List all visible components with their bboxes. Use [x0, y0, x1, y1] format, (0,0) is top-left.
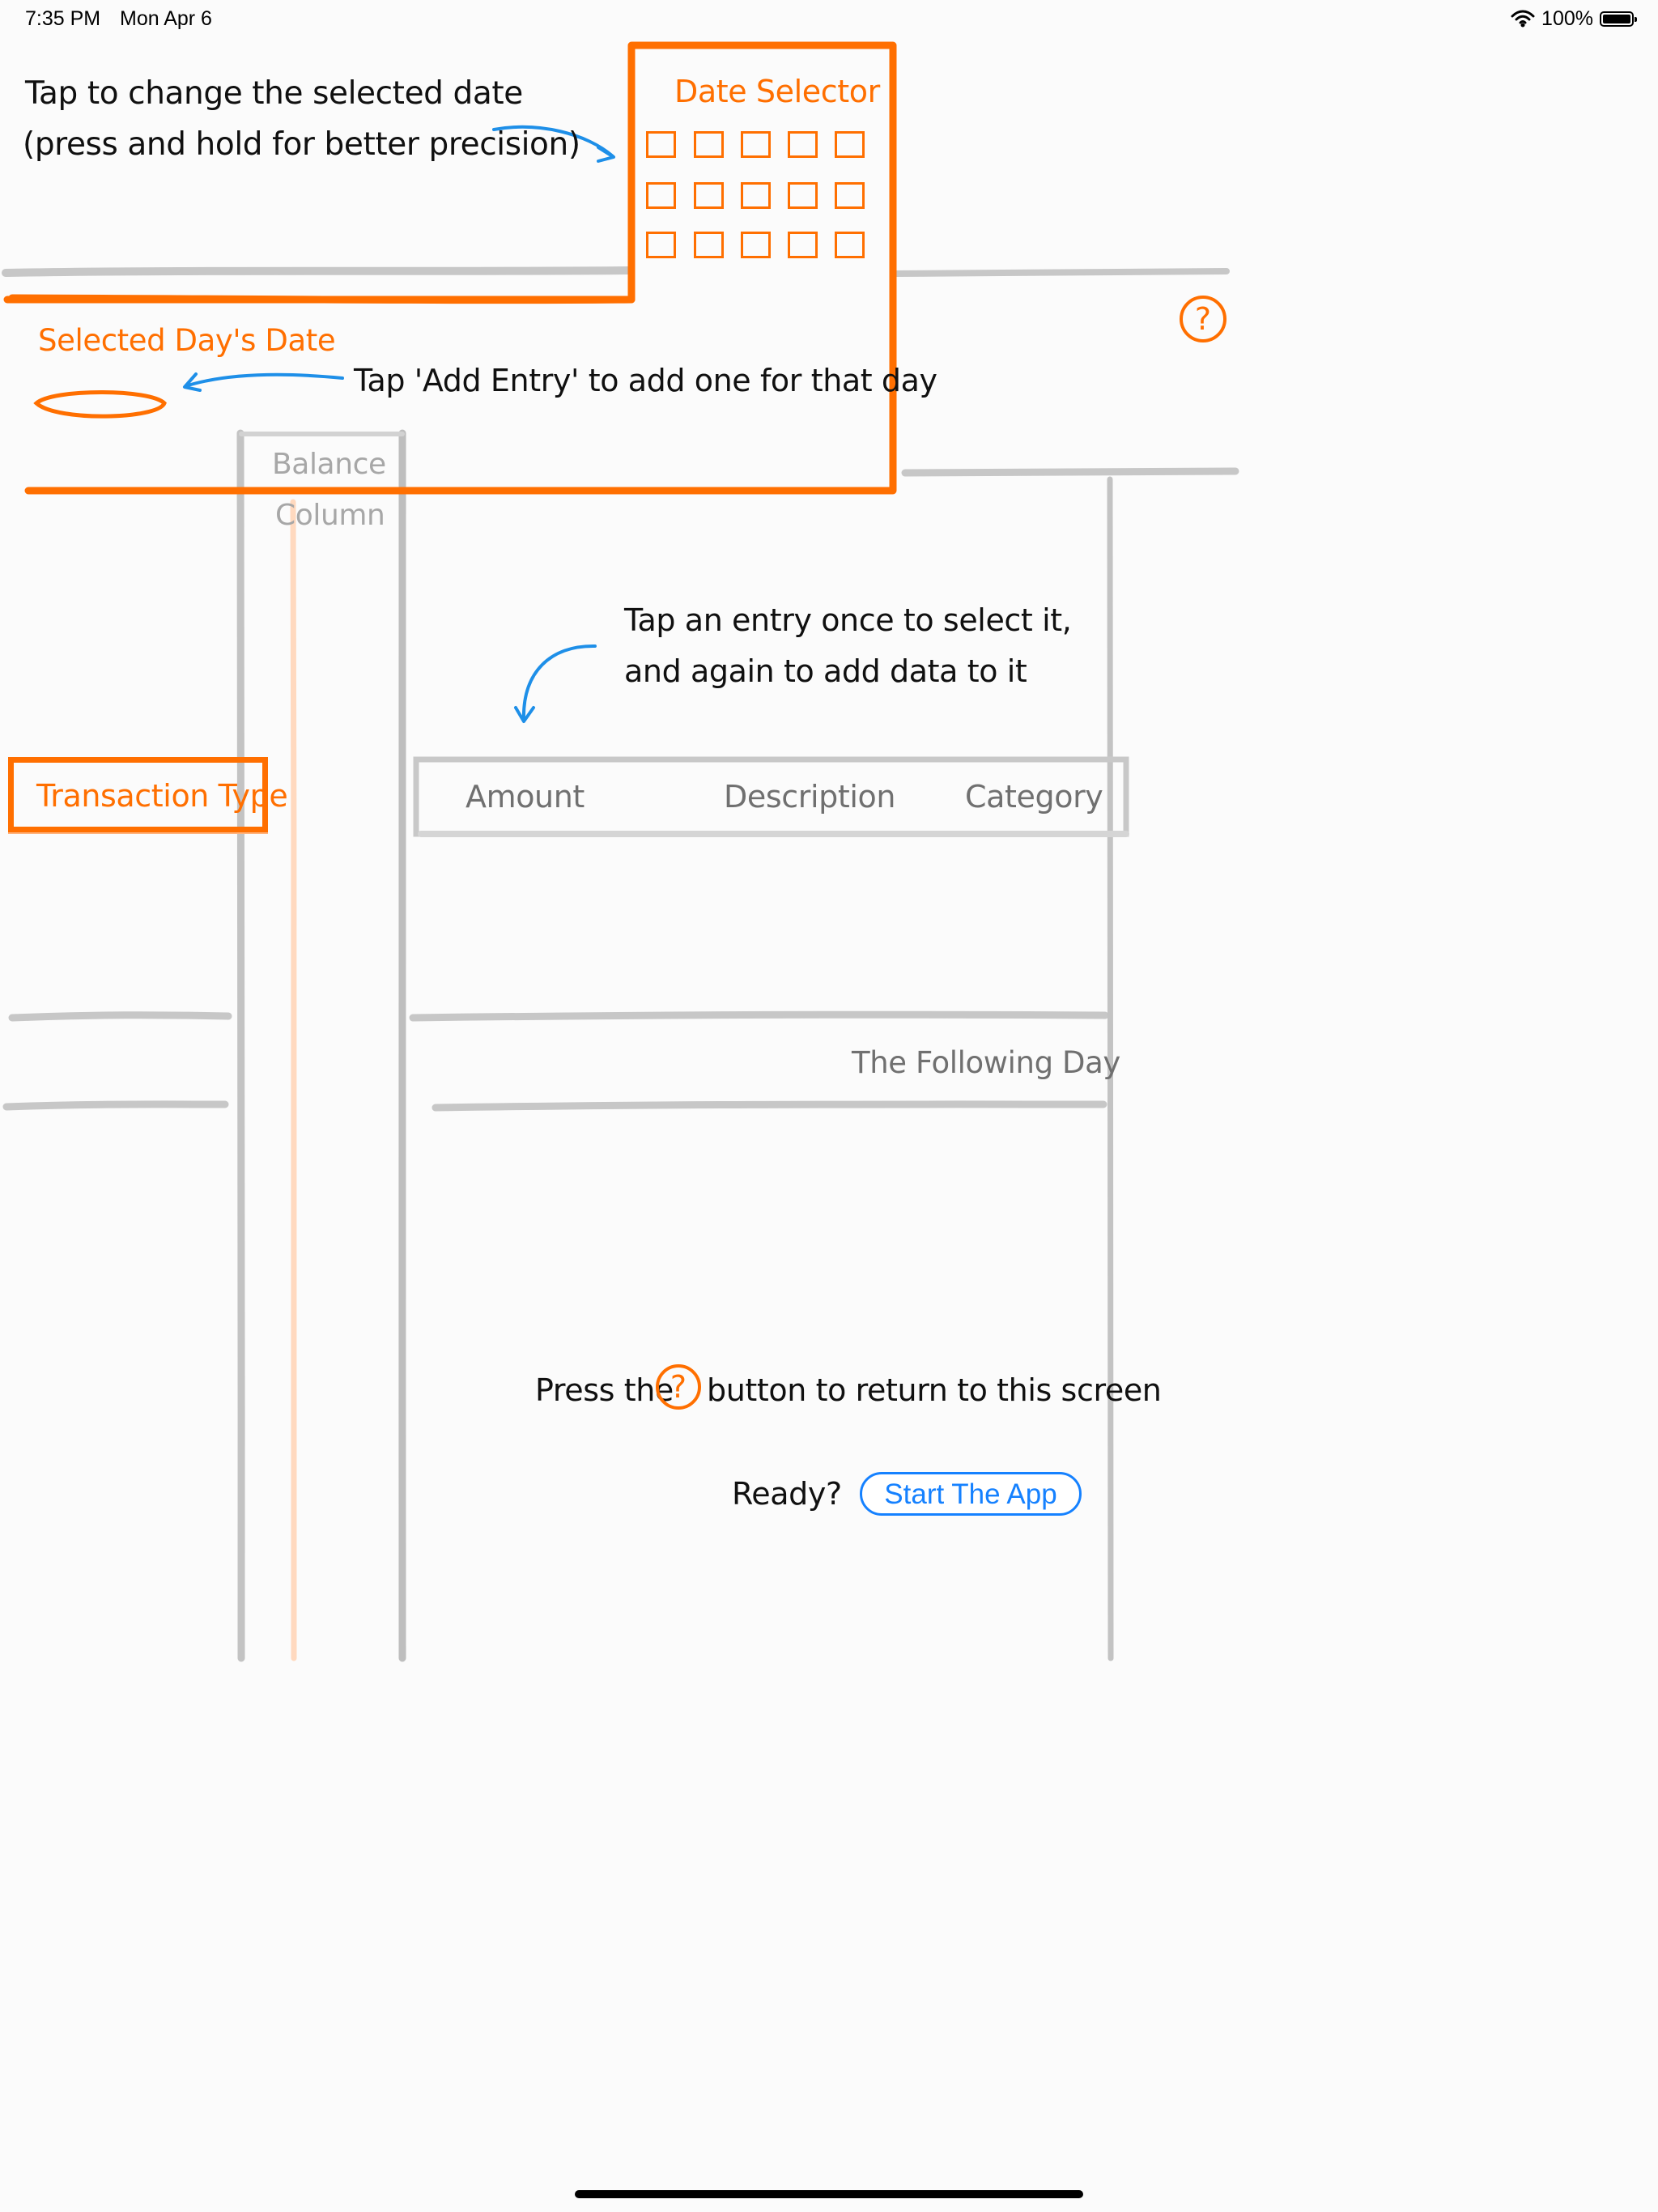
- calendar-day-cell: [788, 131, 818, 158]
- transaction-type-label: Transaction Type: [36, 778, 288, 814]
- lower-gray-line-right: [432, 1100, 1107, 1112]
- balance-label-line2: Column: [275, 499, 385, 532]
- calendar-day-cell: [741, 131, 771, 158]
- date-selector-label: Date Selector: [674, 74, 880, 109]
- calendar-day-cell: [835, 232, 865, 258]
- add-entry-instruction: Tap 'Add Entry' to add one for that day: [354, 363, 937, 398]
- calendar-day-cell: [646, 182, 676, 209]
- home-indicator[interactable]: [575, 2190, 1083, 2198]
- start-app-button[interactable]: Start The App: [860, 1472, 1082, 1516]
- help-button[interactable]: ?: [1180, 296, 1226, 342]
- entry-instruction-line2: and again to add data to it: [624, 653, 1027, 689]
- top-gray-line-left: [2, 266, 633, 277]
- date-instruction-line1: Tap to change the selected date: [25, 75, 523, 112]
- selected-date-ellipse: [33, 390, 167, 419]
- following-day-label: The Following Day: [852, 1045, 1120, 1080]
- table-column-amount: Amount: [466, 779, 585, 815]
- lower-gray-line-left: [2, 1100, 229, 1111]
- ready-label: Ready?: [732, 1476, 842, 1512]
- calendar-day-cell: [835, 182, 865, 209]
- calendar-day-cell: [741, 232, 771, 258]
- return-instruction-suffix: button to return to this screen: [707, 1372, 1162, 1408]
- column-line-balance: [290, 499, 297, 1661]
- calendar-day-cell: [694, 182, 724, 209]
- calendar-day-cell: [694, 131, 724, 158]
- middle-gray-line-right: [409, 1010, 1109, 1022]
- calendar-day-cell: [646, 232, 676, 258]
- top-gray-line-right: [890, 268, 1230, 277]
- middle-gray-line-left: [8, 1011, 232, 1022]
- inline-help-icon: ?: [656, 1364, 701, 1410]
- arrow-to-selected-date: [184, 372, 344, 388]
- calendar-day-cell: [741, 182, 771, 209]
- selected-day-label: Selected Day's Date: [38, 323, 336, 358]
- return-instruction-prefix: Press the: [535, 1372, 674, 1408]
- calendar-day-cell: [835, 131, 865, 158]
- calendar-day-cell: [646, 131, 676, 158]
- entry-instruction-line1: Tap an entry once to select it,: [624, 602, 1072, 638]
- calendar-day-cell: [788, 232, 818, 258]
- header-gray-line-right: [901, 467, 1239, 477]
- arrow-to-entry: [521, 644, 597, 722]
- calendar-day-cell: [788, 182, 818, 209]
- balance-label-line1: Balance: [272, 448, 386, 481]
- calendar-day-cell: [694, 232, 724, 258]
- table-column-category: Category: [965, 779, 1103, 815]
- date-instruction-line2: (press and hold for better precision): [23, 126, 580, 163]
- column-line-left: [236, 429, 245, 1662]
- table-column-description: Description: [724, 779, 896, 815]
